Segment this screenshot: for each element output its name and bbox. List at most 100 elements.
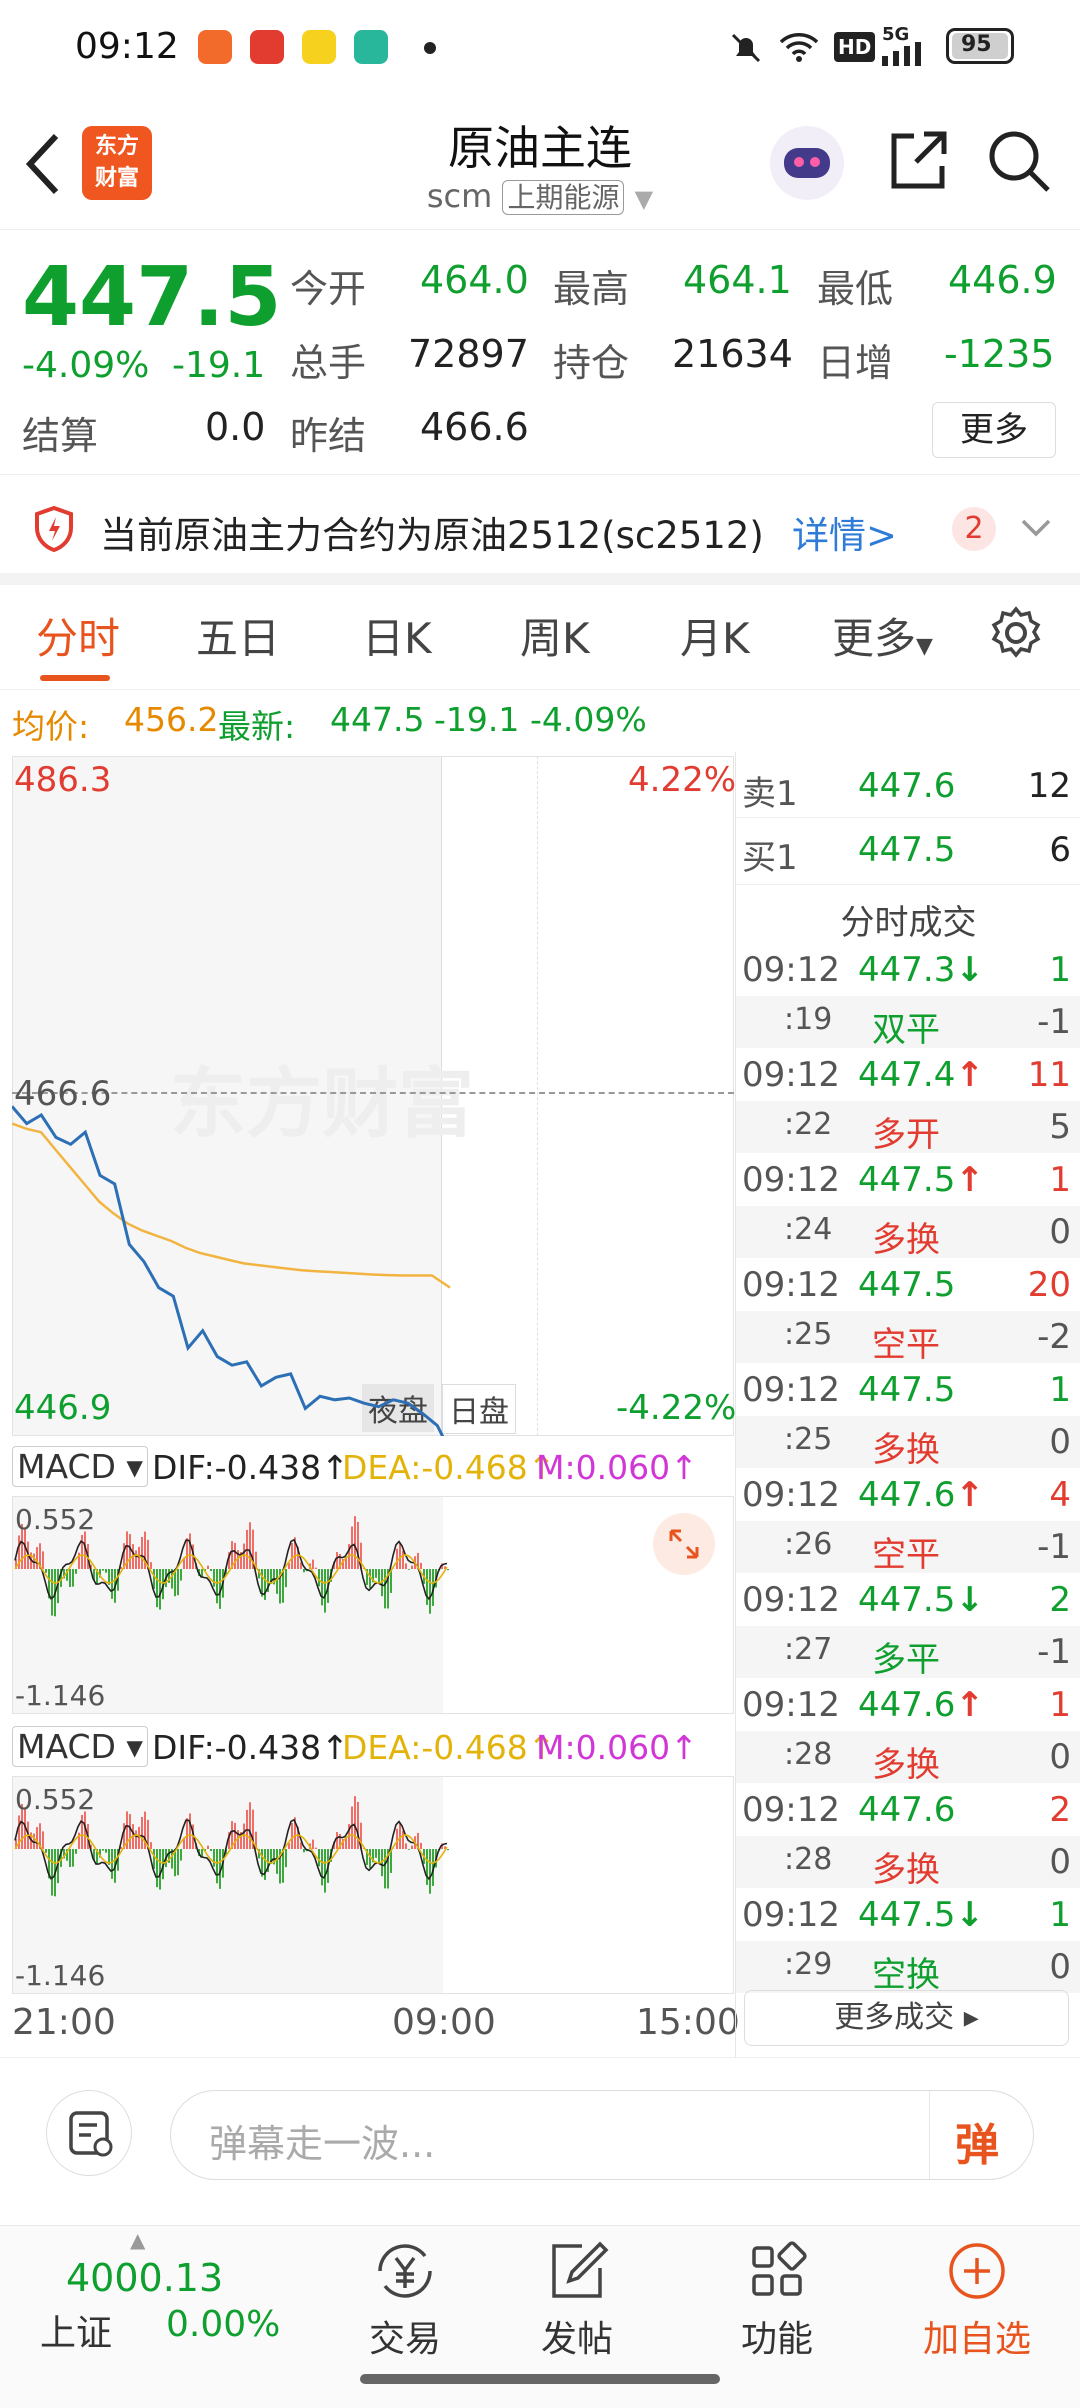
back-icon[interactable] bbox=[22, 130, 66, 198]
share-icon[interactable] bbox=[884, 128, 950, 194]
macd-bar bbox=[318, 1569, 320, 1587]
macd-bar bbox=[384, 1849, 386, 1889]
nav-add-watchlist[interactable]: 加自选 bbox=[902, 2236, 1052, 2396]
assistant-avatar[interactable] bbox=[770, 126, 844, 200]
tick-price: 447.5↑ bbox=[858, 1160, 984, 1200]
macd-bar bbox=[180, 1569, 182, 1581]
last-price: 447.5 bbox=[22, 250, 282, 345]
search-icon[interactable] bbox=[986, 128, 1052, 194]
x-label-start: 21:00 bbox=[12, 2002, 116, 2043]
macd-m: M:0.060↑ bbox=[536, 1728, 698, 1767]
tick-row: 09:12 447.6↑ 4 bbox=[736, 1469, 1080, 1521]
more-button[interactable]: 更多 bbox=[932, 402, 1056, 458]
index-ticker[interactable]: ▲ 4000.13 上证 0.00% bbox=[0, 2226, 280, 2406]
low-label: 最低 bbox=[817, 267, 894, 311]
tick-type: 多换 bbox=[872, 1850, 940, 1890]
tab-five-day[interactable]: 五日 bbox=[196, 605, 280, 666]
macd-bar bbox=[210, 1849, 212, 1852]
comment-input[interactable]: 弹幕走一波... 弹 bbox=[170, 2090, 1034, 2180]
tab-weekly-k[interactable]: 周K bbox=[520, 605, 590, 666]
macd-bar bbox=[375, 1849, 377, 1858]
tick-detail-row: :22 多开 5 bbox=[736, 1101, 1080, 1155]
tick-time: 09:12 bbox=[742, 1685, 840, 1725]
macd-bar bbox=[351, 1806, 353, 1849]
tab-more[interactable]: 更多▼ bbox=[832, 605, 933, 666]
ticks-title: 分时成交 bbox=[736, 884, 1080, 944]
macd-selector[interactable]: MACD ▾ bbox=[12, 1726, 148, 1767]
expand-icon[interactable] bbox=[653, 1513, 715, 1575]
tick-type: 空平 bbox=[872, 1325, 940, 1365]
chevron-down-icon[interactable] bbox=[1020, 517, 1052, 539]
send-danmaku-button[interactable]: 弹 bbox=[955, 2109, 999, 2173]
position-label: 持仓 bbox=[553, 341, 630, 385]
macd-bar bbox=[378, 1569, 380, 1583]
nav-trade[interactable]: 交易 bbox=[330, 2236, 480, 2396]
tick-price: 447.5↓ bbox=[858, 1895, 984, 1935]
tab-daily-k[interactable]: 日K bbox=[362, 605, 432, 666]
tick-price: 447.3↓ bbox=[858, 950, 984, 990]
volume-value: 72897 bbox=[408, 332, 529, 376]
tick-detail-row: :29 空换 0 bbox=[736, 1941, 1080, 1995]
nav-post[interactable]: 发帖 bbox=[502, 2236, 652, 2396]
ask-row: 卖1 447.6 12 bbox=[736, 756, 1080, 818]
macd-top-label: 0.552 bbox=[15, 1503, 96, 1536]
avg-price-label: 均价: bbox=[12, 707, 90, 746]
macd-bar bbox=[426, 1849, 428, 1885]
macd-bar bbox=[234, 1822, 236, 1849]
macd-bar bbox=[150, 1842, 152, 1849]
macd-bar bbox=[303, 1569, 305, 1573]
status-bar: 09:12 HD 5G 95 bbox=[0, 0, 1080, 100]
macd-bar bbox=[420, 1842, 422, 1849]
avg-price-line bbox=[12, 1122, 451, 1289]
macd-bar bbox=[156, 1849, 158, 1888]
tick-detail-row: :19 双平 -1 bbox=[736, 996, 1080, 1050]
more-trades-button[interactable]: 更多成交 ▸ bbox=[744, 1990, 1069, 2046]
hd-icon: HD bbox=[834, 32, 876, 62]
macd-legend-2: MACD ▾ DIF:-0.438↑ DEA:-0.468↑ M:0.060↑ bbox=[12, 1720, 734, 1776]
tick-time: 09:12 bbox=[742, 1895, 840, 1935]
main-contract-notice[interactable]: 当前原油主力合约为原油2512(sc2512) 详情> 2 bbox=[0, 475, 1080, 585]
tab-intraday[interactable]: 分时 bbox=[36, 605, 120, 666]
tick-second: :25 bbox=[784, 1317, 833, 1352]
settle-value: 0.0 bbox=[205, 405, 266, 449]
app-notification-icon bbox=[250, 30, 284, 64]
tick-detail-row: :25 空平 -2 bbox=[736, 1311, 1080, 1365]
macd-bar bbox=[321, 1569, 323, 1606]
macd-bar bbox=[411, 1565, 413, 1569]
tick-second: :29 bbox=[784, 1947, 833, 1982]
notice-detail-link[interactable]: 详情> bbox=[792, 505, 897, 559]
macd-legend-1: MACD ▾ DIF:-0.438↑ DEA:-0.468↑ M:0.060↑ bbox=[12, 1440, 734, 1496]
mute-icon bbox=[731, 33, 761, 63]
open-label: 今开 bbox=[290, 267, 367, 311]
prev-settle-value: 466.6 bbox=[420, 405, 529, 449]
subtitle[interactable]: scm 上期能源 ▼ bbox=[340, 176, 740, 216]
comment-bar: 弹幕走一波... 弹 bbox=[0, 2057, 1080, 2225]
settings-gear-icon[interactable] bbox=[988, 605, 1044, 661]
macd-bar bbox=[213, 1849, 215, 1867]
macd-bar bbox=[249, 1802, 251, 1849]
macd-bar bbox=[429, 1849, 431, 1894]
tab-monthly-k[interactable]: 月K bbox=[680, 605, 750, 666]
macd-bar bbox=[42, 1551, 44, 1569]
notice-count-badge: 2 bbox=[952, 507, 996, 551]
macd-bar bbox=[420, 1562, 422, 1569]
macd-bar bbox=[357, 1801, 359, 1849]
signal-icon bbox=[882, 42, 921, 66]
bid-row: 买1 447.5 6 bbox=[742, 830, 1071, 878]
macd-selector[interactable]: MACD ▾ bbox=[12, 1446, 148, 1487]
nav-functions[interactable]: 功能 bbox=[702, 2236, 852, 2396]
high-label: 最高 bbox=[553, 267, 630, 311]
tick-row: 09:12 447.6 2 bbox=[736, 1784, 1080, 1836]
intraday-chart-area[interactable]: 东方财富 486.3 466.6 446.9 4.22% -4.22% 夜盘 日… bbox=[0, 752, 740, 2057]
macd-dif: DIF:-0.438↑ bbox=[152, 1728, 349, 1767]
danmaku-settings-icon[interactable] bbox=[46, 2090, 132, 2176]
open-value: 464.0 bbox=[420, 258, 529, 302]
settle-label: 结算 bbox=[22, 414, 99, 458]
tick-price: 447.5↓ bbox=[858, 1580, 984, 1620]
macd-bar bbox=[396, 1828, 398, 1849]
macd-bar bbox=[216, 1569, 218, 1604]
macd-bar bbox=[111, 1849, 113, 1879]
macd-bar bbox=[207, 1845, 209, 1849]
tick-time: 09:12 bbox=[742, 1370, 840, 1410]
app-logo[interactable]: 东方 财富 bbox=[82, 126, 152, 200]
